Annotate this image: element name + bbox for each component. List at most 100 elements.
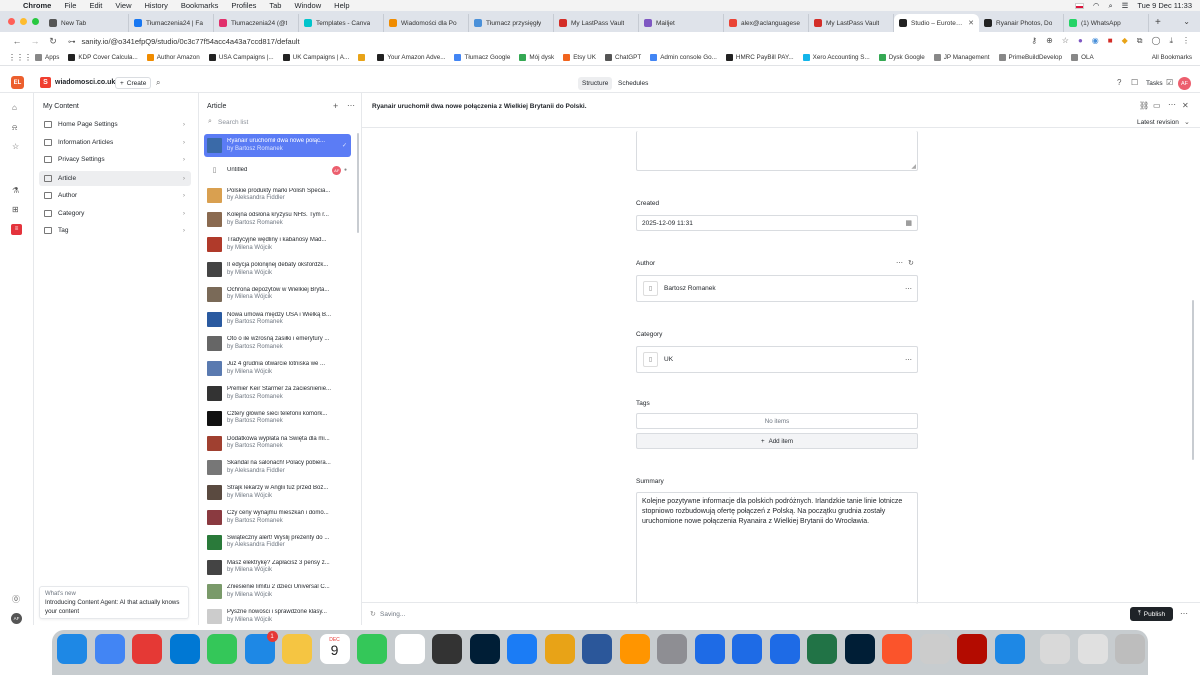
document-list-item[interactable]: Już 4 grudnia otwarcie lotniska we ... by… xyxy=(204,357,351,380)
user-app-icon[interactable] xyxy=(732,634,762,664)
photoshop-2-icon[interactable] xyxy=(844,634,875,664)
structure-item-home-page-settings[interactable]: Home Page Settings › xyxy=(39,117,191,132)
new-tab-icon[interactable]: + xyxy=(1155,17,1161,28)
author-menu-icon[interactable]: ⋯ xyxy=(896,259,903,267)
document-list-item[interactable]: Nowa umowa między USA i Wielką B... by Ba… xyxy=(204,308,351,331)
document-list-item[interactable]: II edycja polonijnej debaty oksfordzk...… xyxy=(204,258,351,281)
bookmark-item[interactable]: JP Management xyxy=(933,54,990,61)
password-key-icon[interactable]: ⚷ xyxy=(1031,36,1037,46)
menu-chrome[interactable]: Chrome xyxy=(23,1,51,10)
bookmark-item[interactable]: Author Amazon xyxy=(146,54,200,61)
browser-tab[interactable]: Tłumaczenia24 (@t xyxy=(214,14,299,32)
bookmark-item[interactable]: Xero Accounting S... xyxy=(802,54,870,61)
bookmark-item[interactable]: OLA xyxy=(1071,54,1094,61)
header-search-icon[interactable]: ⌕ xyxy=(156,78,160,88)
back-icon[interactable]: ← xyxy=(8,36,26,46)
pane-menu-icon[interactable]: ⋯ xyxy=(347,101,355,110)
document-list-item[interactable]: Zniesienie limitu 2 dzieci Universal C..… xyxy=(204,580,351,603)
document-list-item[interactable]: Dodatkowa wypłata na Święta dla mi... by … xyxy=(204,432,351,455)
word-icon[interactable] xyxy=(582,634,612,664)
forward-icon[interactable]: → xyxy=(26,36,44,46)
document-list-item[interactable]: Czy ceny wynajmu mieszkań i domó... by Ba… xyxy=(204,506,351,529)
bookmark-item[interactable]: Admin console Go... xyxy=(650,54,717,61)
all-bookmarks[interactable]: All Bookmarks xyxy=(1152,54,1192,61)
download-icon[interactable]: ⤓ xyxy=(1169,36,1173,46)
bell-icon[interactable]: ⍾ xyxy=(12,123,17,133)
browser-tab[interactable]: Ryanair Photos, Do xyxy=(979,14,1064,32)
document-list-item[interactable]: Strajk lekarzy w Anglii tuż przed Boż...… xyxy=(204,481,351,504)
structure-item-information-articles[interactable]: Information Articles › xyxy=(39,135,191,150)
search-icon[interactable]: ⌕ xyxy=(1108,1,1112,11)
document-list-item[interactable]: Świąteczny alert! Wyślij prezenty do ...… xyxy=(204,531,351,554)
add-document-icon[interactable]: + xyxy=(333,101,338,111)
close-tab-icon[interactable]: ✕ xyxy=(965,19,974,27)
extension-4-icon[interactable]: ◆ xyxy=(1122,36,1128,46)
resize-handle-icon[interactable]: ◢ xyxy=(911,163,916,170)
extension-1-icon[interactable]: ● xyxy=(1078,36,1083,46)
tab-structure[interactable]: Structure xyxy=(578,77,613,90)
close-window-icon[interactable] xyxy=(8,18,15,25)
author-sync-icon[interactable]: ↻ xyxy=(908,259,914,267)
calendar-icon[interactable]: ▦ xyxy=(905,219,912,227)
preview-icon[interactable] xyxy=(919,634,950,664)
document-list-item[interactable]: Cztery główne sieci telefonii komórk... b… xyxy=(204,407,351,430)
menu-edit[interactable]: Edit xyxy=(89,1,102,10)
chevron-down-icon[interactable]: ⌄ xyxy=(1184,118,1190,126)
bookmark-item[interactable]: ChatGPT xyxy=(604,54,641,61)
comments-icon[interactable]: ▭ xyxy=(1153,101,1161,110)
browser-tab[interactable]: (1) WhatsApp xyxy=(1064,14,1149,32)
tasks-button[interactable]: Tasks xyxy=(1146,80,1163,87)
bookmark-item[interactable]: UK Campaigns | A... xyxy=(282,54,349,61)
document-list-item[interactable]: Ryanair uruchomił dwa nowe połąc... by Ba… xyxy=(204,134,351,157)
flag-icon[interactable] xyxy=(1074,2,1084,9)
browser-tab[interactable]: My LastPass Vault xyxy=(554,14,639,32)
lastpass-icon[interactable] xyxy=(544,634,575,664)
minimize-window-icon[interactable] xyxy=(20,18,27,25)
document-list-item[interactable]: Kolejna odsłona kryzysu NHS. Tym r... by … xyxy=(204,208,351,231)
clock[interactable]: Tue 9 Dec 11:33 xyxy=(1137,1,1192,10)
browser-tab[interactable]: alex@aclanguagese xyxy=(724,14,809,32)
notes-icon[interactable] xyxy=(282,634,312,664)
brave-icon[interactable] xyxy=(882,634,912,664)
star-icon[interactable]: ☆ xyxy=(12,142,19,151)
previous-field-textarea[interactable]: ◢ xyxy=(636,131,918,171)
vision-icon[interactable]: ⚗ xyxy=(12,186,19,195)
tab-search-icon[interactable]: ⌄ xyxy=(1183,17,1190,26)
whats-new-card[interactable]: What's new Introducing Content Agent: AI… xyxy=(39,586,189,619)
author-options-icon[interactable]: ⋯ xyxy=(905,285,912,293)
create-button[interactable]: + Create xyxy=(115,77,152,89)
rail-avatar[interactable]: AF xyxy=(11,613,22,624)
help-circle-icon[interactable]: ⓪ xyxy=(12,594,20,605)
browser-tab[interactable]: My LastPass Vault xyxy=(809,14,894,32)
grid-icon[interactable]: ⊞ xyxy=(12,205,19,214)
bookmark-item[interactable]: HMRC PayBill PAY... xyxy=(725,54,794,61)
bookmark-star-icon[interactable]: ☆ xyxy=(1062,36,1069,46)
publish-button[interactable]: ⤒ Publish xyxy=(1130,607,1173,621)
tab-schedules[interactable]: Schedules xyxy=(618,80,648,87)
menu-help[interactable]: Help xyxy=(334,1,349,10)
document-list-item[interactable]: Tradycyjne wędliny i kabanosy Mad... by M… xyxy=(204,233,351,256)
structure-item-article[interactable]: Article › xyxy=(39,170,191,186)
menu-profiles[interactable]: Profiles xyxy=(231,1,256,10)
dictionary-icon[interactable] xyxy=(994,634,1025,664)
zoom-icon[interactable]: ⊕ xyxy=(1046,36,1053,46)
menu-tab[interactable]: Tab xyxy=(269,1,281,10)
category-reference[interactable]: ▯ UK ⋯ xyxy=(636,346,918,373)
structure-item-tag[interactable]: Tag › xyxy=(39,223,191,238)
messages-icon[interactable] xyxy=(207,634,237,664)
add-item-button[interactable]: + Add item xyxy=(636,433,918,449)
zoom-window-icon[interactable] xyxy=(32,18,39,25)
excel-icon[interactable] xyxy=(807,634,837,664)
link-icon[interactable]: ⛓ xyxy=(1139,101,1149,110)
site-info-icon[interactable]: ⊶ xyxy=(68,37,76,46)
bookmark-item[interactable]: Etsy UK xyxy=(563,54,596,61)
control-center-icon[interactable]: ☰ xyxy=(1122,1,1129,10)
notifications-icon[interactable]: ☐ xyxy=(1131,78,1138,87)
bookmark-item[interactable]: Your Amazon Adve... xyxy=(377,54,445,61)
trash-icon[interactable] xyxy=(1115,634,1145,664)
mail-icon[interactable]: 1 xyxy=(244,631,278,664)
extension-2-icon[interactable]: ◉ xyxy=(1092,36,1099,46)
bookmark-item[interactable]: Tłumacz Google xyxy=(454,54,510,61)
extension-3-icon[interactable]: ■ xyxy=(1108,36,1113,46)
help-icon[interactable]: ? xyxy=(1117,78,1121,87)
